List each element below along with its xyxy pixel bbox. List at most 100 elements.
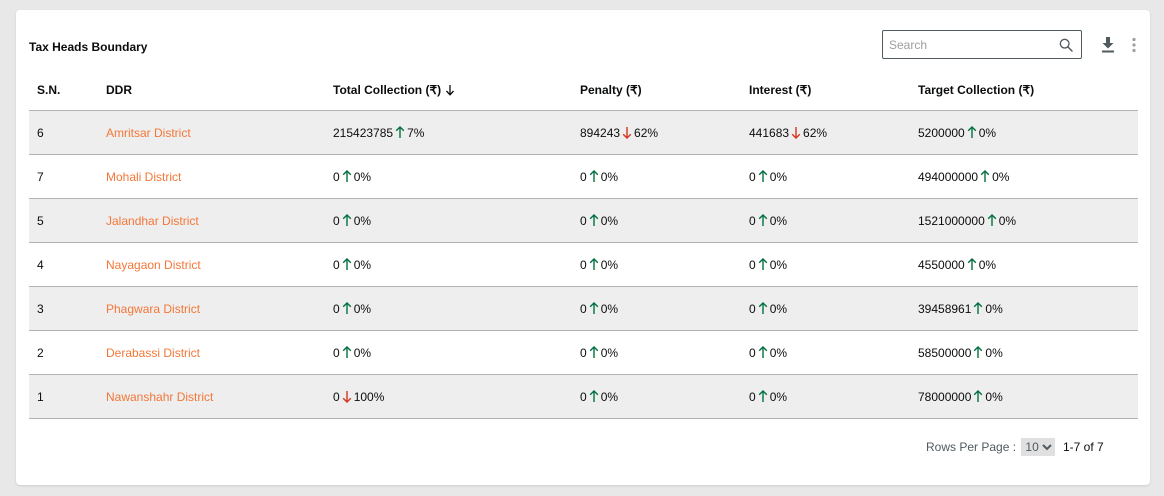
cell-target: 39458961 0%	[910, 286, 1138, 331]
ddr-link[interactable]: Derabassi District	[106, 346, 200, 360]
cell-sn: 1	[29, 374, 98, 419]
cell-percent: 0%	[992, 169, 1010, 184]
arrow-up-icon	[342, 345, 351, 358]
cell-value: 1521000000	[918, 213, 985, 228]
column-header-label: Total Collection (₹)	[333, 82, 442, 97]
cell-value: 441683	[749, 125, 790, 140]
search-box[interactable]	[882, 30, 1082, 59]
search-icon[interactable]	[1058, 37, 1074, 53]
column-header-total-collection[interactable]: Total Collection (₹)	[325, 69, 572, 111]
cell-percent: 0%	[985, 301, 1003, 316]
tax-heads-card: Tax Heads Boundary S.N. DDR Total Collec…	[16, 10, 1150, 485]
table-row: 3 Phagwara District 0 0% 0 0% 0 0% 39458961 0%	[29, 286, 1138, 331]
cell-value: 0	[580, 301, 587, 316]
cell-value: 0	[749, 301, 756, 316]
column-header-label: S.N.	[37, 82, 61, 97]
cell-ddr: Amritsar District	[98, 110, 325, 155]
pagination-range: 1-7 of 7	[1063, 440, 1104, 454]
cell-value: 39458961	[918, 301, 972, 316]
cell-sn: 2	[29, 330, 98, 375]
column-header-ddr[interactable]: DDR	[98, 69, 325, 111]
cell-target: 1521000000 0%	[910, 198, 1138, 243]
sort-desc-icon[interactable]	[445, 84, 455, 96]
cell-penalty: 0 0%	[572, 198, 741, 243]
cell-value: 0	[333, 213, 340, 228]
cell-total: 0 0%	[325, 330, 572, 375]
arrow-down-icon	[622, 126, 632, 139]
cell-target: 5200000 0%	[910, 110, 1138, 155]
arrow-up-icon	[974, 301, 983, 314]
cell-percent: 0%	[600, 169, 619, 184]
cell-penalty: 0 0%	[572, 330, 741, 375]
arrow-up-icon	[967, 257, 977, 270]
cell-target: 4550000 0%	[910, 242, 1138, 287]
arrow-up-icon	[974, 389, 983, 402]
cell-sn: 4	[29, 242, 98, 287]
cell-value: 0	[580, 169, 587, 184]
column-header-target-collection[interactable]: Target Collection (₹)	[910, 69, 1138, 111]
ddr-link[interactable]: Amritsar District	[106, 126, 191, 140]
arrow-up-icon	[342, 257, 351, 270]
column-header-interest[interactable]: Interest (₹)	[741, 69, 910, 111]
cell-percent: 0%	[769, 301, 788, 316]
cell-percent: 0%	[985, 345, 1003, 360]
cell-penalty: 0 0%	[572, 374, 741, 419]
more-vertical-icon[interactable]	[1131, 37, 1137, 53]
rows-per-page: Rows Per Page : 10	[926, 438, 1056, 456]
cell-ddr: Nawanshahr District	[98, 374, 325, 419]
cell-percent: 0%	[600, 301, 619, 316]
cell-percent: 100%	[353, 389, 385, 404]
arrow-up-icon	[758, 257, 767, 270]
cell-percent: 0%	[353, 345, 372, 360]
cell-percent: 62%	[803, 125, 828, 140]
search-input[interactable]	[889, 36, 1049, 54]
arrow-up-icon	[395, 125, 405, 138]
ddr-link[interactable]: Nawanshahr District	[106, 390, 213, 404]
cell-percent: 0%	[998, 213, 1017, 228]
cell-target: 58500000 0%	[910, 330, 1138, 375]
table-header-row: S.N. DDR Total Collection (₹) Penalty (₹…	[29, 69, 1138, 111]
cell-sn: 6	[29, 110, 98, 155]
arrow-up-icon	[589, 169, 598, 182]
cell-interest: 441683 62%	[741, 110, 910, 155]
cell-total: 0 0%	[325, 154, 572, 199]
cell-penalty: 0 0%	[572, 242, 741, 287]
ddr-link[interactable]: Phagwara District	[106, 302, 200, 316]
column-header-penalty[interactable]: Penalty (₹)	[572, 69, 741, 111]
cell-sn: 3	[29, 286, 98, 331]
arrow-up-icon	[342, 213, 351, 226]
cell-ddr: Phagwara District	[98, 286, 325, 331]
cell-sn: 7	[29, 154, 98, 199]
cell-value: 0	[333, 257, 340, 272]
arrow-up-icon	[758, 213, 767, 226]
arrow-up-icon	[342, 169, 351, 182]
cell-total: 0 0%	[325, 286, 572, 331]
cell-value: 0	[333, 345, 340, 360]
cell-percent: 0%	[978, 257, 997, 272]
cell-percent: 0%	[978, 125, 997, 140]
cell-ddr: Derabassi District	[98, 330, 325, 375]
cell-total: 215423785 7%	[325, 110, 572, 155]
cell-percent: 0%	[769, 345, 788, 360]
arrow-down-icon	[342, 390, 351, 403]
tax-heads-table: S.N. DDR Total Collection (₹) Penalty (₹…	[29, 69, 1138, 419]
cell-interest: 0 0%	[741, 242, 910, 287]
arrow-up-icon	[967, 125, 977, 138]
ddr-link[interactable]: Jalandhar District	[106, 214, 199, 228]
rows-per-page-select[interactable]: 10	[1021, 438, 1056, 456]
arrow-up-icon	[758, 301, 767, 314]
ddr-link[interactable]: Nayagaon District	[106, 258, 201, 272]
download-icon[interactable]	[1101, 37, 1115, 53]
column-header-label: Target Collection (₹)	[918, 82, 1035, 97]
ddr-link[interactable]: Mohali District	[106, 170, 181, 184]
cell-value: 4550000	[918, 257, 965, 272]
cell-ddr: Jalandhar District	[98, 198, 325, 243]
arrow-up-icon	[758, 389, 767, 402]
cell-penalty: 894243 62%	[572, 110, 741, 155]
table-row: 7 Mohali District 0 0% 0 0% 0 0% 494000000 0%	[29, 154, 1138, 199]
column-header-sn[interactable]: S.N.	[29, 69, 98, 111]
cell-percent: 0%	[353, 213, 372, 228]
cell-interest: 0 0%	[741, 198, 910, 243]
cell-ddr: Mohali District	[98, 154, 325, 199]
cell-value: 0	[333, 301, 340, 316]
